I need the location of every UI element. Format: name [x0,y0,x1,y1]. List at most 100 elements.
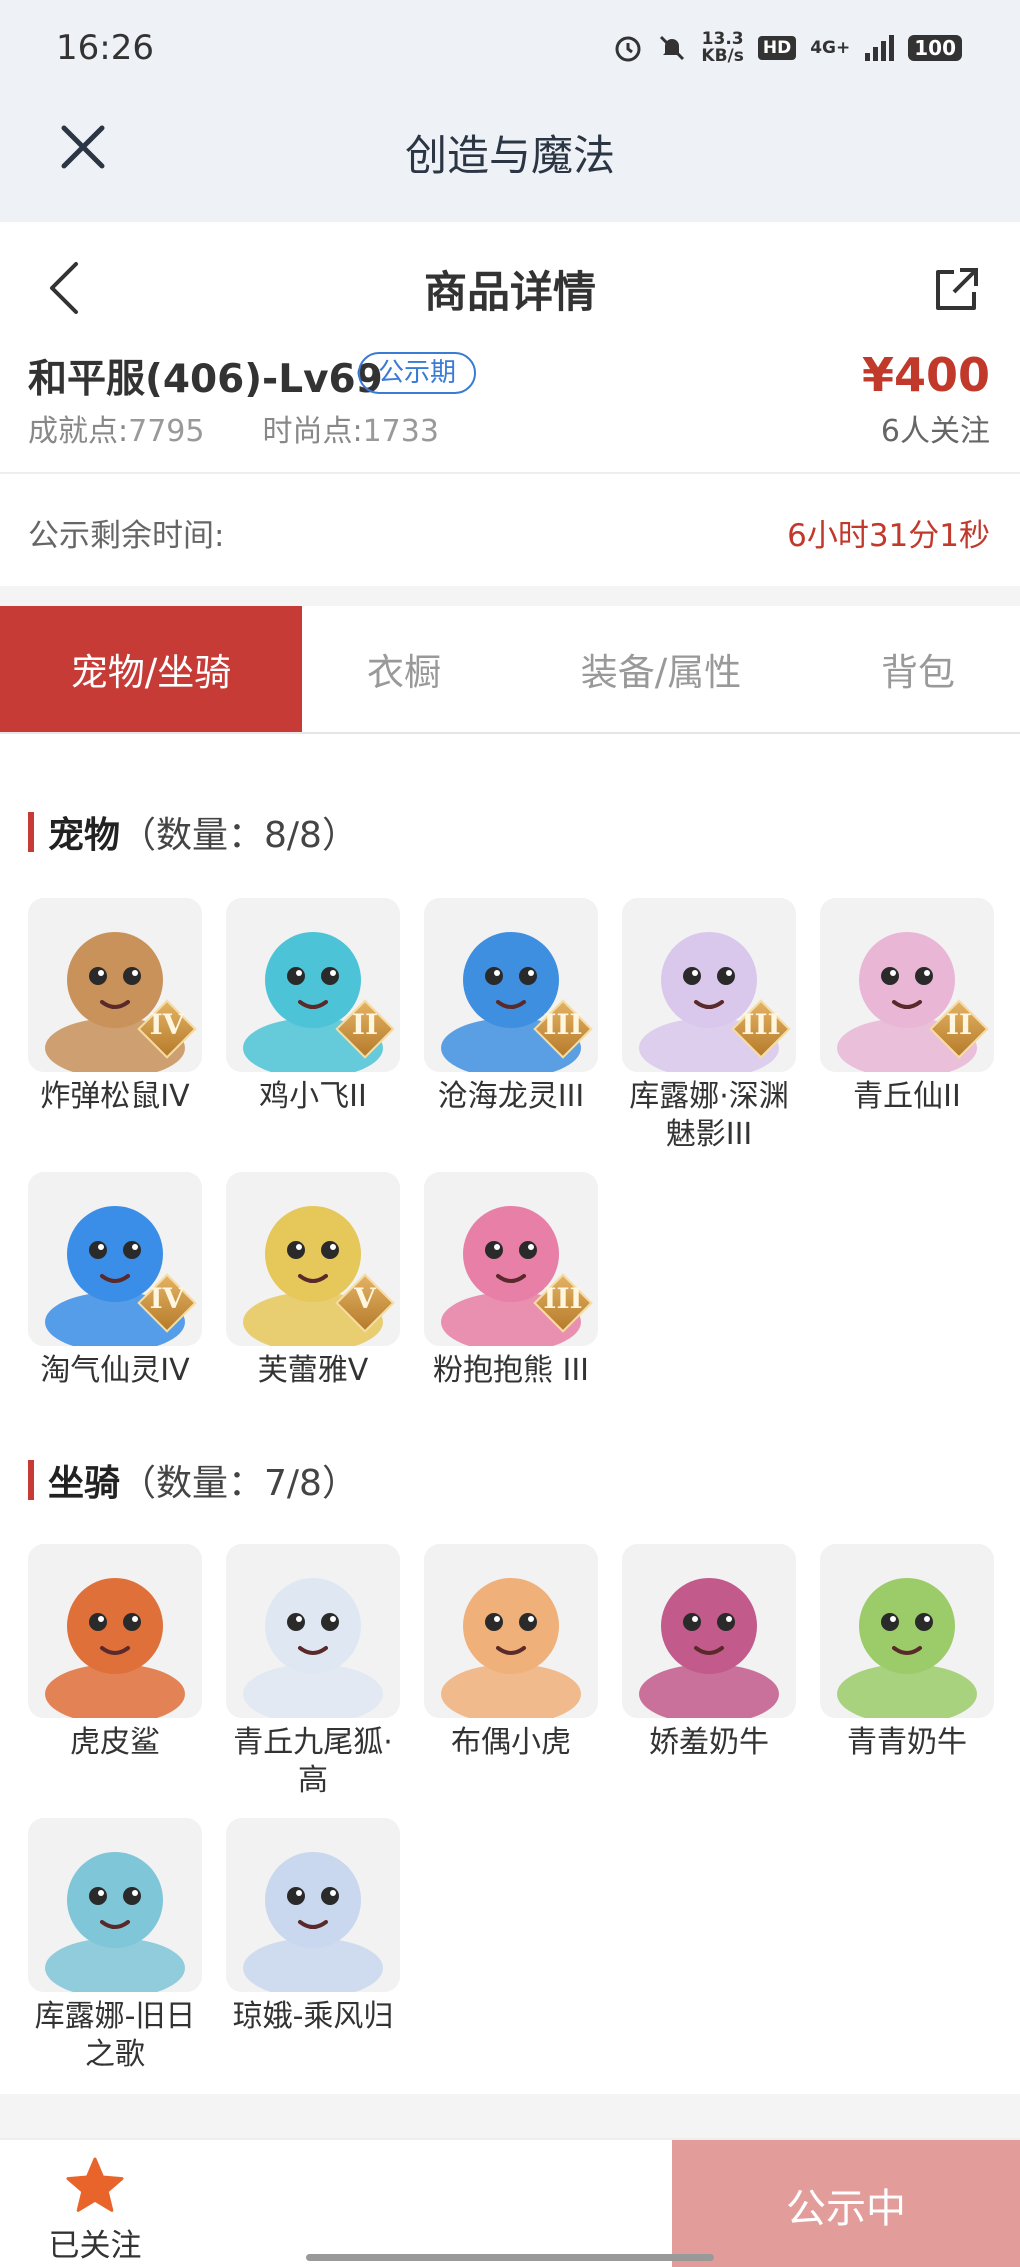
pet-thumbnail: III [424,1172,598,1346]
mount-item[interactable]: 青青奶牛 [820,1544,994,1762]
pet-thumbnail: II [820,898,994,1072]
item-name: 青丘九尾狐·高 [233,1725,393,1798]
pets-count: （数量：8/8） [120,815,358,856]
item-name: 粉抱抱熊 III [432,1353,590,1388]
follow-label: 已关注 [48,2228,142,2264]
signal-icon [865,35,895,61]
battery-indicator: 100 [908,35,962,61]
fashion-label: 时尚点: [262,414,363,449]
item-name: 芙蕾雅V [257,1353,369,1388]
mount-item[interactable]: 布偶小虎 [424,1544,598,1762]
tab-backpack[interactable]: 背包 [816,606,1020,732]
status-icons: 13.3 KB/s HD 4G+ 100 [613,28,962,68]
pet-thumbnail: IV [28,898,202,1072]
status-time: 16:26 [56,28,154,68]
mount-item[interactable]: 娇羞奶牛 [622,1544,796,1762]
mounts-title: 坐骑 [48,1463,121,1504]
pet-item[interactable]: V 芙蕾雅V [226,1172,400,1390]
pet-item[interactable]: IV 炸弹松鼠IV [28,898,202,1116]
item-name: 库露娜·深渊魅影III [629,1079,789,1152]
product-name: 和平服(406)-Lv69 [28,357,383,402]
mount-item[interactable]: 库露娜-旧日之歌 [28,1818,202,2074]
public-status-button[interactable]: 公示中 [672,2140,1020,2267]
grade-numeral: IV [149,1008,185,1041]
achievement-points: 成就点:7795 [28,406,204,450]
character-icon [820,1544,994,1718]
mounts-count: （数量：7/8） [120,1463,358,1504]
mount-thumbnail [28,1544,202,1718]
pet-thumbnail: III [622,898,796,1072]
fashion-value: 1733 [362,414,439,449]
pet-thumbnail: III [424,898,598,1072]
bottom-action-bar: 已关注 公示中 [0,2138,1020,2267]
pet-item[interactable]: II 鸡小飞II [226,898,400,1116]
item-name: 炸弹松鼠IV [40,1079,190,1114]
grade-badge: IV [137,999,197,1059]
pet-item[interactable]: II 青丘仙II [820,898,994,1116]
pet-thumbnail: V [226,1172,400,1346]
network-speed: 13.3 KB/s [701,31,743,65]
character-icon [226,1544,400,1718]
countdown-label: 公示剩余时间: [28,518,225,554]
follow-button[interactable]: 已关注 [30,2156,160,2266]
item-name: 青青奶牛 [847,1725,967,1760]
share-icon[interactable] [930,262,984,316]
network-type: 4G+ [810,37,851,58]
fashion-points: 时尚点:1733 [262,406,438,450]
character-icon [28,1544,202,1718]
star-icon [66,2157,124,2212]
mount-thumbnail [622,1544,796,1718]
section-accent [28,812,34,852]
pet-item[interactable]: III 库露娜·深渊魅影III [622,898,796,1154]
item-name: 淘气仙灵IV [40,1353,190,1388]
tab-wardrobe[interactable]: 衣橱 [302,606,506,732]
grade-numeral: II [351,1008,379,1041]
tab-pets-mounts[interactable]: 宠物/坐骑 [0,606,302,732]
grade-numeral: III [741,1008,781,1041]
section-accent [28,1460,34,1500]
section-gap [0,586,1020,606]
item-name: 琼娥-乘风归 [232,1999,394,2034]
price: ¥400 [861,348,990,402]
achievement-label: 成就点: [28,414,129,449]
pet-thumbnail: II [226,898,400,1072]
mounts-section-title: 坐骑 （数量：7/8） [28,1454,358,1506]
item-name: 布偶小虎 [451,1725,571,1760]
mount-item[interactable]: 虎皮鲨 [28,1544,202,1762]
grade-numeral: IV [149,1282,185,1315]
character-icon [424,1544,598,1718]
mount-thumbnail [424,1544,598,1718]
item-name: 库露娜-旧日之歌 [34,1999,196,2072]
grade-badge: IV [137,1273,197,1333]
tab-equipment[interactable]: 装备/属性 [506,606,816,732]
item-name: 虎皮鲨 [70,1725,160,1760]
item-name: 沧海龙灵III [437,1079,585,1114]
alarm-icon [615,36,641,62]
app-title: 创造与魔法 [404,131,615,180]
character-icon [226,1818,400,1992]
countdown-value: 6小时31分1秒 [787,518,990,554]
grade-badge: III [533,999,593,1059]
character-icon [28,1818,202,1992]
pets-title: 宠物 [48,815,121,856]
character-icon [622,1544,796,1718]
mount-item[interactable]: 青丘九尾狐·高 [226,1544,400,1800]
detail-header: 商品详情 [0,222,1020,352]
grade-numeral: II [945,1008,973,1041]
mount-item[interactable]: 琼娥-乘风归 [226,1818,400,2036]
bottom-gap [0,2094,1020,2138]
page-title: 商品详情 [424,268,596,318]
grade-badge: II [335,999,395,1059]
mount-thumbnail [28,1818,202,1992]
pet-item[interactable]: III 粉抱抱熊 III [424,1172,598,1390]
item-name: 娇羞奶牛 [649,1725,769,1760]
mount-thumbnail [820,1544,994,1718]
home-indicator [306,2254,714,2261]
grade-badge: II [929,999,989,1059]
grade-numeral: III [543,1008,583,1041]
mute-icon [660,35,685,61]
pet-thumbnail: IV [28,1172,202,1346]
pet-item[interactable]: III 沧海龙灵III [424,898,598,1116]
pet-item[interactable]: IV 淘气仙灵IV [28,1172,202,1390]
item-name: 青丘仙II [853,1079,961,1114]
